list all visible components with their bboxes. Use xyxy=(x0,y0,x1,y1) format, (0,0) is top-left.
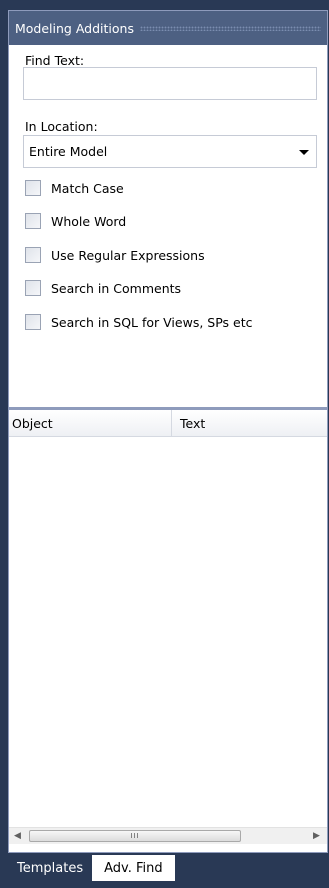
grid-header: Object Text xyxy=(9,410,327,437)
panel-tabs: Templates Adv. Find xyxy=(8,855,175,881)
panel-titlebar[interactable]: Modeling Additions xyxy=(9,11,327,45)
location-value: Entire Model xyxy=(29,144,108,159)
column-header-object[interactable]: Object xyxy=(9,410,172,436)
regex-option[interactable]: Use Regular Expressions xyxy=(25,247,205,263)
search-sql-checkbox[interactable] xyxy=(25,314,41,330)
column-header-text-label: Text xyxy=(180,415,206,431)
match-case-checkbox[interactable] xyxy=(25,180,41,196)
panel-title: Modeling Additions xyxy=(15,20,134,36)
results-grid: Object Text ◀ III ▶ xyxy=(9,410,327,844)
scrollbar-grip: III xyxy=(130,832,140,840)
column-header-object-label: Object xyxy=(12,415,53,431)
whole-word-label: Whole Word xyxy=(51,213,127,229)
find-text-input[interactable] xyxy=(23,67,317,100)
whole-word-checkbox[interactable] xyxy=(25,213,41,229)
scrollbar-thumb[interactable]: III xyxy=(29,830,241,842)
chevron-down-icon[interactable] xyxy=(299,150,309,155)
tab-templates[interactable]: Templates xyxy=(8,855,92,881)
search-comments-label: Search in Comments xyxy=(51,280,182,296)
search-comments-option[interactable]: Search in Comments xyxy=(25,280,181,296)
regex-label: Use Regular Expressions xyxy=(51,247,205,263)
arrow-left-icon[interactable]: ◀ xyxy=(9,828,26,844)
match-case-option[interactable]: Match Case xyxy=(25,180,124,196)
find-form: Find Text: In Location: Entire Model Mat… xyxy=(9,45,327,406)
modeling-additions-panel: Modeling Additions Find Text: In Locatio… xyxy=(8,10,328,853)
match-case-label: Match Case xyxy=(51,180,124,196)
horizontal-scrollbar[interactable]: ◀ III ▶ xyxy=(9,827,327,844)
search-sql-label: Search in SQL for Views, SPs etc xyxy=(51,314,253,330)
tab-adv-find-label: Adv. Find xyxy=(104,860,163,876)
tab-templates-label: Templates xyxy=(17,860,84,876)
search-sql-option[interactable]: Search in SQL for Views, SPs etc xyxy=(25,314,252,330)
tab-adv-find[interactable]: Adv. Find xyxy=(92,855,175,881)
search-comments-checkbox[interactable] xyxy=(25,280,41,296)
whole-word-option[interactable]: Whole Word xyxy=(25,213,126,229)
column-header-text[interactable]: Text xyxy=(172,410,327,436)
arrow-right-icon[interactable]: ▶ xyxy=(308,828,325,844)
regex-checkbox[interactable] xyxy=(25,247,41,263)
find-text-label: Find Text: xyxy=(25,53,85,68)
drag-grip[interactable] xyxy=(139,25,321,31)
location-label: In Location: xyxy=(25,119,98,134)
location-select[interactable]: Entire Model xyxy=(23,135,317,168)
